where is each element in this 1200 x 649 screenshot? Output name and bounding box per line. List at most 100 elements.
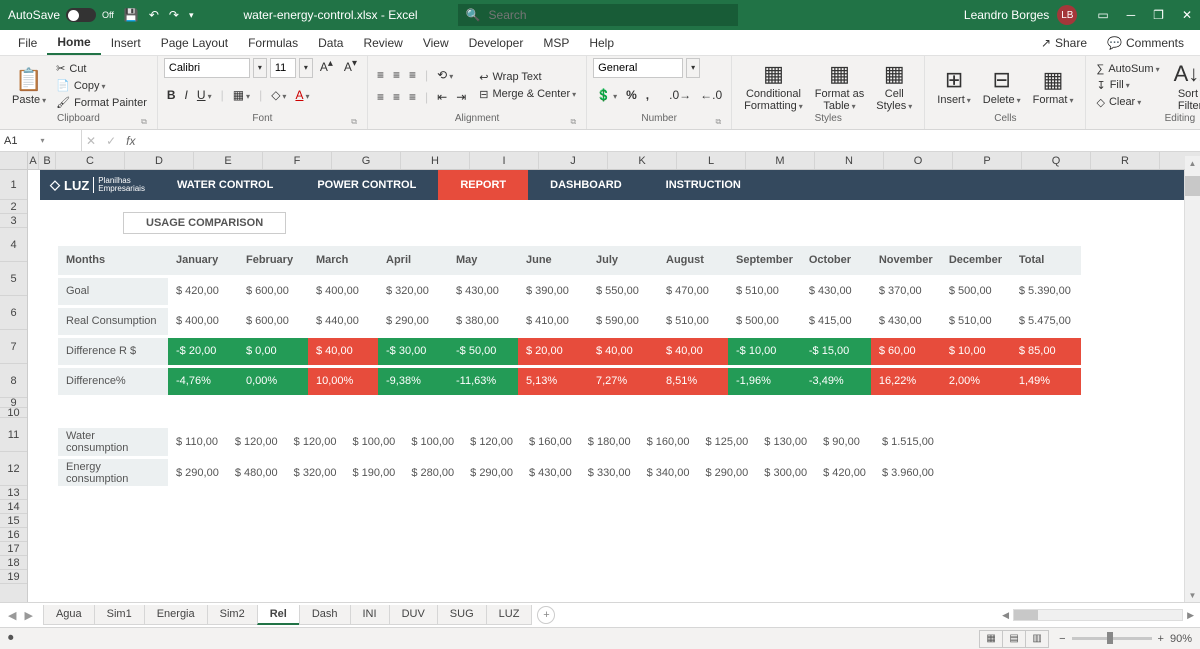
middle-align-icon[interactable]: ≡ [390,66,403,84]
font-size-input[interactable] [270,58,296,78]
data-cell[interactable]: $ 510,00 [728,276,801,306]
column-header[interactable]: C [56,152,125,169]
name-box[interactable]: A1▾ [0,130,82,151]
top-align-icon[interactable]: ≡ [374,66,387,84]
format-cells-button[interactable]: ▦Format [1027,66,1080,106]
sheet-tab-agua[interactable]: Agua [43,605,95,625]
data-cell[interactable]: 16,22% [871,366,941,396]
font-size-caret[interactable]: ▾ [299,58,313,78]
sheet-tab-duv[interactable]: DUV [389,605,438,625]
row-header[interactable]: 14 [0,500,27,514]
scroll-up-icon[interactable]: ▲ [1185,156,1200,170]
close-icon[interactable]: ✕ [1182,8,1192,22]
data-cell[interactable]: $ 100,00 [344,428,403,458]
data-cell[interactable]: $ 300,00 [756,458,815,488]
sheet-tab-sim2[interactable]: Sim2 [207,605,258,625]
comma-icon[interactable]: , [643,86,652,104]
ribbon-tab-file[interactable]: File [8,30,47,55]
data-cell[interactable]: -$ 15,00 [801,336,871,366]
accounting-icon[interactable]: 💲 [593,86,620,104]
scroll-down-icon[interactable]: ▼ [1185,588,1200,602]
data-cell[interactable]: $ 590,00 [588,306,658,336]
user-area[interactable]: Leandro Borges LB [964,5,1077,25]
horizontal-scrollbar[interactable]: ◀ ▶ [1002,609,1200,621]
row-header[interactable]: 3 [0,214,27,228]
hscroll-right-icon[interactable]: ▶ [1187,610,1194,621]
zoom-in-icon[interactable]: + [1158,633,1164,645]
column-header[interactable]: G [332,152,401,169]
ribbon-tab-home[interactable]: Home [47,30,100,55]
shrink-font-icon[interactable]: A▾ [340,58,361,78]
worksheet-grid[interactable]: ◇ LUZ PlanilhasEmpresariais WATER CONTRO… [28,170,1200,602]
column-header[interactable]: Q [1022,152,1091,169]
ribbon-tab-data[interactable]: Data [308,30,353,55]
data-cell[interactable]: $ 90,00 [815,428,874,458]
record-macro-icon[interactable]: ⏺ [8,632,14,645]
clipboard-launcher-icon[interactable]: ⧉ [141,117,147,127]
wrap-text-button[interactable]: ↩Wrap Text [475,70,580,85]
autosave-toggle[interactable]: AutoSave Off [8,8,114,22]
data-cell[interactable]: $ 290,00 [697,458,756,488]
data-cell[interactable]: $ 20,00 [518,336,588,366]
ribbon-tab-formulas[interactable]: Formulas [238,30,308,55]
data-cell[interactable]: $ 0,00 [238,336,308,366]
increase-indent-icon[interactable]: ⇥ [453,88,469,106]
data-cell[interactable]: $ 110,00 [168,428,227,458]
data-cell[interactable]: $ 340,00 [639,458,698,488]
data-cell[interactable]: 10,00% [308,366,378,396]
zoom-slider[interactable] [1072,637,1152,640]
sheet-tab-ini[interactable]: INI [350,605,390,625]
orientation-icon[interactable]: ⟲ [434,66,456,84]
column-header[interactable]: B [39,152,56,169]
data-cell[interactable]: -4,76% [168,366,238,396]
row-header[interactable]: 6 [0,296,27,330]
sheet-tab-sim1[interactable]: Sim1 [94,605,145,625]
cell-styles-button[interactable]: ▦Cell Styles [870,60,918,112]
share-button[interactable]: ↗Share [1033,34,1095,52]
merge-center-button[interactable]: ⊟Merge & Center [475,87,580,102]
column-header[interactable]: N [815,152,884,169]
data-cell[interactable]: 1,49% [1011,366,1081,396]
data-cell[interactable]: $ 370,00 [871,276,941,306]
data-cell[interactable]: 8,51% [658,366,728,396]
data-cell[interactable]: $ 190,00 [344,458,403,488]
row-header[interactable]: 16 [0,528,27,542]
zoom-out-icon[interactable]: − [1059,633,1065,645]
data-cell[interactable]: $ 320,00 [378,276,448,306]
row-header[interactable]: 11 [0,418,27,452]
nav-tab-power-control[interactable]: POWER CONTROL [295,170,438,200]
data-cell[interactable]: $ 40,00 [588,336,658,366]
row-header[interactable]: 12 [0,452,27,486]
data-cell[interactable]: $ 160,00 [639,428,698,458]
cut-button[interactable]: ✂Cut [52,61,151,76]
bold-button[interactable]: B [164,86,179,104]
data-cell[interactable]: $ 5.390,00 [1011,276,1081,306]
data-cell[interactable]: $ 510,00 [941,306,1011,336]
qat-more-icon[interactable]: ▾ [189,10,194,21]
row-header[interactable]: 4 [0,228,27,262]
data-cell[interactable]: $ 40,00 [658,336,728,366]
row-header[interactable]: 17 [0,542,27,556]
column-header[interactable]: P [953,152,1022,169]
data-cell[interactable]: $ 430,00 [871,306,941,336]
data-cell[interactable]: $ 290,00 [378,306,448,336]
data-cell[interactable]: -11,63% [448,366,518,396]
number-format-caret[interactable]: ▾ [686,58,700,78]
row-header[interactable]: 5 [0,262,27,296]
data-cell[interactable]: $ 180,00 [580,428,639,458]
format-as-table-button[interactable]: ▦Format as Table [809,60,871,112]
bottom-align-icon[interactable]: ≡ [406,66,419,84]
data-cell[interactable]: 2,00% [941,366,1011,396]
paste-button[interactable]: 📋Paste [6,66,52,106]
data-cell[interactable]: -3,49% [801,366,871,396]
data-cell[interactable]: $ 390,00 [518,276,588,306]
grow-font-icon[interactable]: A▴ [316,58,337,78]
font-name-input[interactable] [164,58,250,78]
page-break-view-icon[interactable]: ▥ [1025,630,1049,648]
align-left-icon[interactable]: ≡ [374,88,387,106]
column-header[interactable]: E [194,152,263,169]
format-painter-button[interactable]: 🖌Format Painter [52,95,151,110]
data-cell[interactable]: $ 400,00 [308,276,378,306]
column-header[interactable]: R [1091,152,1160,169]
column-header[interactable]: H [401,152,470,169]
